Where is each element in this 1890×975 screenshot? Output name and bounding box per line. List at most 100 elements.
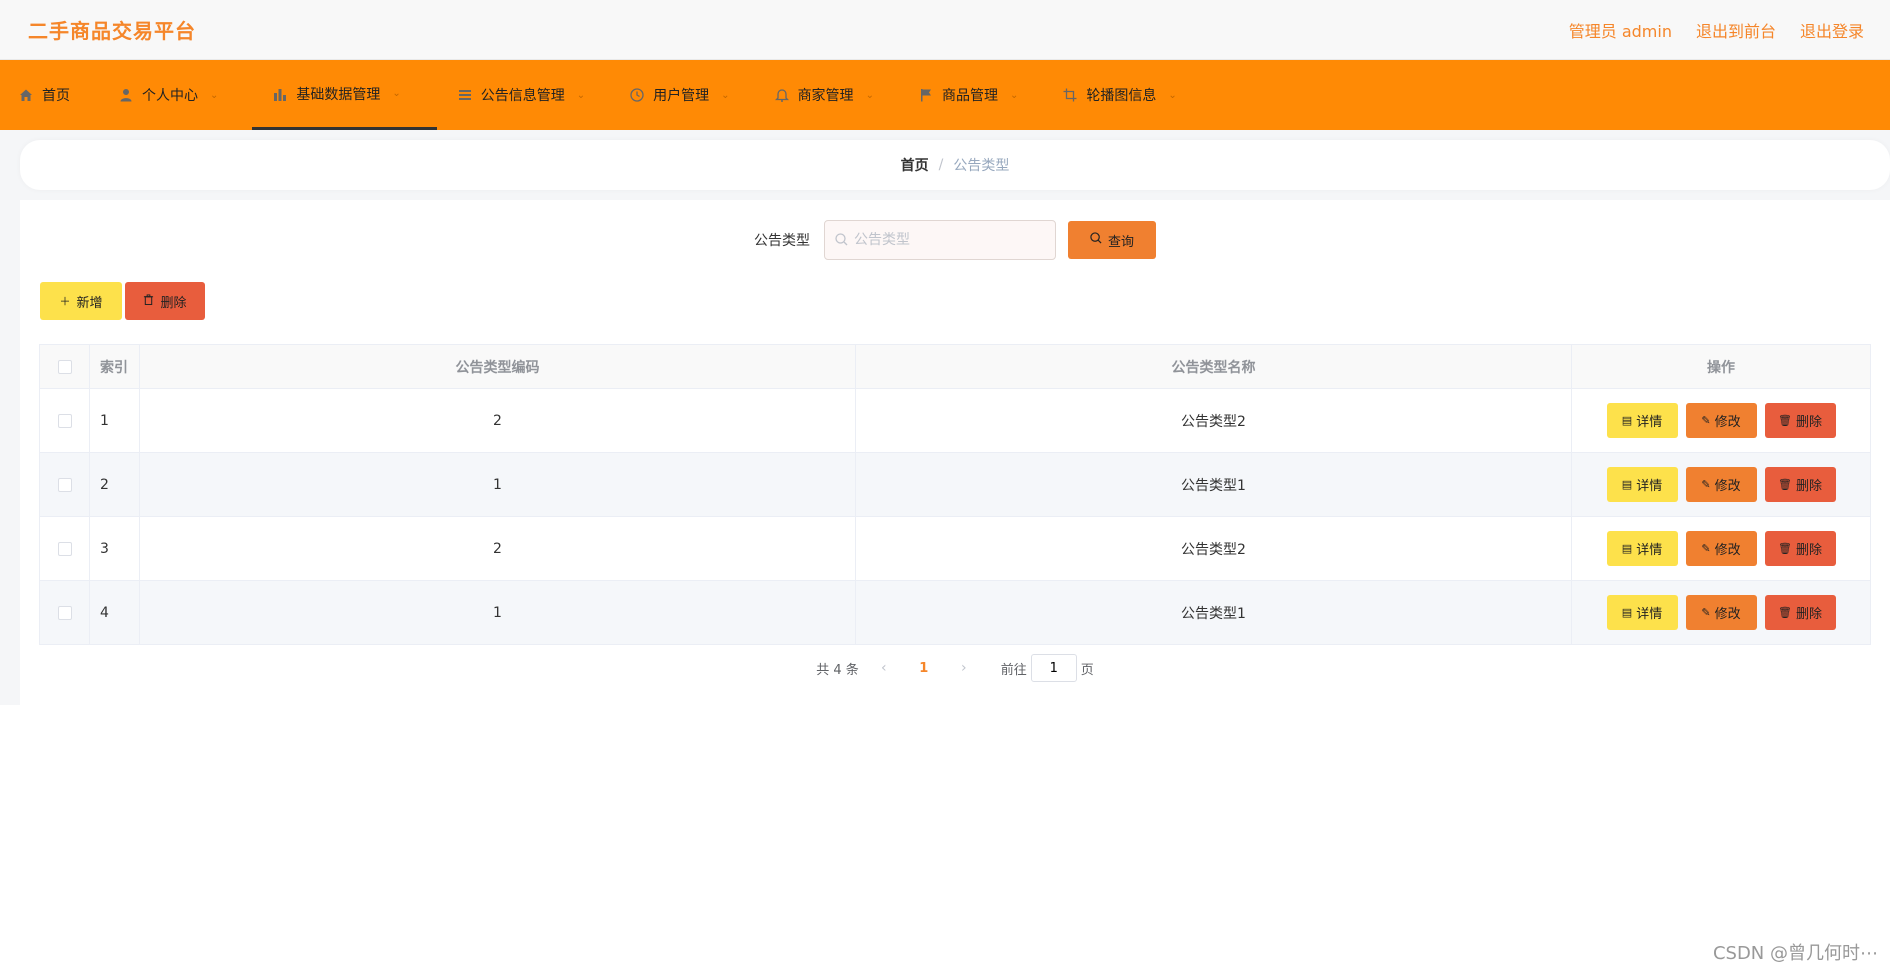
- nav-item-label: 首页: [42, 88, 70, 104]
- document-icon: ▤: [1621, 414, 1633, 427]
- cell-code: 1: [139, 580, 856, 645]
- select-all-checkbox[interactable]: [57, 359, 72, 374]
- row-checkbox[interactable]: [57, 605, 72, 620]
- row-checkbox[interactable]: [57, 541, 72, 556]
- exit-to-frontend-link[interactable]: 退出到前台: [1696, 18, 1776, 42]
- select-all-cell: [39, 344, 90, 389]
- edit-button[interactable]: ✎ 修改: [1685, 595, 1757, 630]
- goto-page-input[interactable]: [1030, 654, 1077, 682]
- trash-icon: [143, 293, 154, 309]
- detail-button[interactable]: ▤ 详情: [1606, 531, 1678, 566]
- header-index: 索引: [89, 344, 140, 389]
- chevron-down-icon: ⌄: [865, 89, 874, 101]
- detail-label: 详情: [1636, 415, 1663, 430]
- edit-label: 修改: [1714, 479, 1741, 494]
- cell-name: 公告类型2: [855, 516, 1572, 581]
- add-button-label: 新增: [76, 295, 103, 311]
- row-select-cell: [39, 516, 90, 581]
- top-links: 管理员 admin 退出到前台 退出登录: [1569, 18, 1864, 42]
- search-input[interactable]: [854, 232, 1034, 248]
- app-title: 二手商品交易平台: [28, 19, 196, 43]
- delete-button[interactable]: 🗑︎ 删除: [1764, 595, 1836, 630]
- bell-icon: [774, 87, 790, 103]
- nav-item-label: 公告信息管理: [480, 88, 565, 104]
- detail-label: 详情: [1636, 479, 1663, 494]
- pencil-icon: ✎: [1701, 542, 1711, 555]
- edit-button[interactable]: ✎ 修改: [1685, 467, 1757, 502]
- nav-item-carousel[interactable]: 轮播图信息 ⌄: [1052, 60, 1200, 130]
- watermark: CSDN @曾几何时⋯: [1712, 943, 1878, 964]
- nav-item-merchants[interactable]: 商家管理 ⌄: [764, 60, 898, 130]
- bulk-delete-button[interactable]: 删除: [125, 282, 205, 320]
- document-icon: ▤: [1621, 478, 1633, 491]
- current-page-number[interactable]: 1: [909, 661, 939, 676]
- crop-icon: [1062, 87, 1078, 103]
- row-checkbox[interactable]: [57, 477, 72, 492]
- row-select-cell: [39, 580, 90, 645]
- row-select-cell: [39, 388, 90, 453]
- cell-index: 2: [89, 452, 140, 517]
- nav-item-users[interactable]: 用户管理 ⌄: [619, 60, 753, 130]
- nav-item-basic-data[interactable]: 基础数据管理 ⌄: [252, 60, 437, 130]
- delete-label: 删除: [1795, 543, 1822, 558]
- search-icon: [1090, 232, 1102, 248]
- goto-prefix: 前往: [1000, 662, 1027, 678]
- cell-index: 1: [89, 388, 140, 453]
- row-checkbox[interactable]: [57, 413, 72, 428]
- add-button[interactable]: ＋ 新增: [40, 282, 122, 320]
- cell-index: 3: [89, 516, 140, 581]
- main-panel: 公告类型 查询 ＋ 新增 删除 索: [20, 200, 1890, 705]
- cell-code: 2: [139, 516, 856, 581]
- detail-label: 详情: [1636, 543, 1663, 558]
- cell-name: 公告类型2: [855, 388, 1572, 453]
- detail-button[interactable]: ▤ 详情: [1606, 403, 1678, 438]
- top-header: 二手商品交易平台 管理员 admin 退出到前台 退出登录: [0, 0, 1890, 60]
- pencil-icon: ✎: [1701, 478, 1711, 491]
- chevron-down-icon: ⌄: [1168, 89, 1177, 101]
- document-icon: ▤: [1621, 606, 1633, 619]
- edit-button[interactable]: ✎ 修改: [1685, 531, 1757, 566]
- next-page-button[interactable]: ›: [949, 660, 979, 676]
- admin-user-link[interactable]: 管理员 admin: [1569, 18, 1672, 42]
- cell-ops: ▤ 详情 ✎ 修改 🗑︎ 删除: [1571, 388, 1871, 453]
- nav-item-home[interactable]: 首页: [18, 60, 94, 130]
- nav-item-label: 用户管理: [653, 88, 710, 104]
- header-name: 公告类型名称: [855, 344, 1572, 389]
- row-select-cell: [39, 452, 90, 517]
- nav-item-personal-center[interactable]: 个人中心 ⌄: [104, 60, 242, 130]
- row-actions: ▤ 详情 ✎ 修改 🗑︎ 删除: [1572, 595, 1870, 630]
- trash-icon: 🗑︎: [1778, 478, 1792, 491]
- delete-label: 删除: [1795, 607, 1822, 622]
- bulk-delete-label: 删除: [160, 295, 187, 311]
- detail-button[interactable]: ▤ 详情: [1606, 595, 1678, 630]
- pencil-icon: ✎: [1701, 606, 1711, 619]
- search-input-wrapper[interactable]: [824, 220, 1056, 260]
- header-ops: 操作: [1571, 344, 1871, 389]
- table-row: 2 1 公告类型1 ▤ 详情 ✎ 修改 🗑︎ 删除: [39, 452, 1871, 517]
- delete-button[interactable]: 🗑︎ 删除: [1764, 531, 1836, 566]
- edit-button[interactable]: ✎ 修改: [1685, 403, 1757, 438]
- trash-icon: 🗑︎: [1778, 414, 1792, 427]
- cell-ops: ▤ 详情 ✎ 修改 🗑︎ 删除: [1571, 452, 1871, 517]
- nav-item-products[interactable]: 商品管理 ⌄: [908, 60, 1042, 130]
- nav-item-announcement[interactable]: 公告信息管理 ⌄: [447, 60, 609, 130]
- table-row: 3 2 公告类型2 ▤ 详情 ✎ 修改 🗑︎ 删除: [39, 516, 1871, 581]
- delete-label: 删除: [1795, 479, 1822, 494]
- search-icon: [835, 231, 848, 250]
- table-row: 1 2 公告类型2 ▤ 详情 ✎ 修改 🗑︎ 删除: [39, 388, 1871, 453]
- logout-link[interactable]: 退出登录: [1800, 18, 1864, 42]
- breadcrumb-separator: /: [938, 157, 944, 173]
- breadcrumb-current: 公告类型: [953, 158, 1010, 174]
- table-header-row: 索引 公告类型编码 公告类型名称 操作: [39, 344, 1871, 389]
- list-icon: [457, 87, 473, 103]
- breadcrumb-home[interactable]: 首页: [901, 155, 929, 175]
- clock-icon: [629, 87, 645, 103]
- data-table: 索引 公告类型编码 公告类型名称 操作 1 2 公告类型2 ▤ 详情 ✎ 修改 🗑︎…: [39, 344, 1871, 645]
- delete-button[interactable]: 🗑︎ 删除: [1764, 467, 1836, 502]
- prev-page-button[interactable]: ‹: [869, 660, 899, 676]
- query-button[interactable]: 查询: [1068, 221, 1156, 259]
- edit-label: 修改: [1714, 607, 1741, 622]
- delete-button[interactable]: 🗑︎ 删除: [1764, 403, 1836, 438]
- search-label: 公告类型: [754, 233, 810, 249]
- detail-button[interactable]: ▤ 详情: [1606, 467, 1678, 502]
